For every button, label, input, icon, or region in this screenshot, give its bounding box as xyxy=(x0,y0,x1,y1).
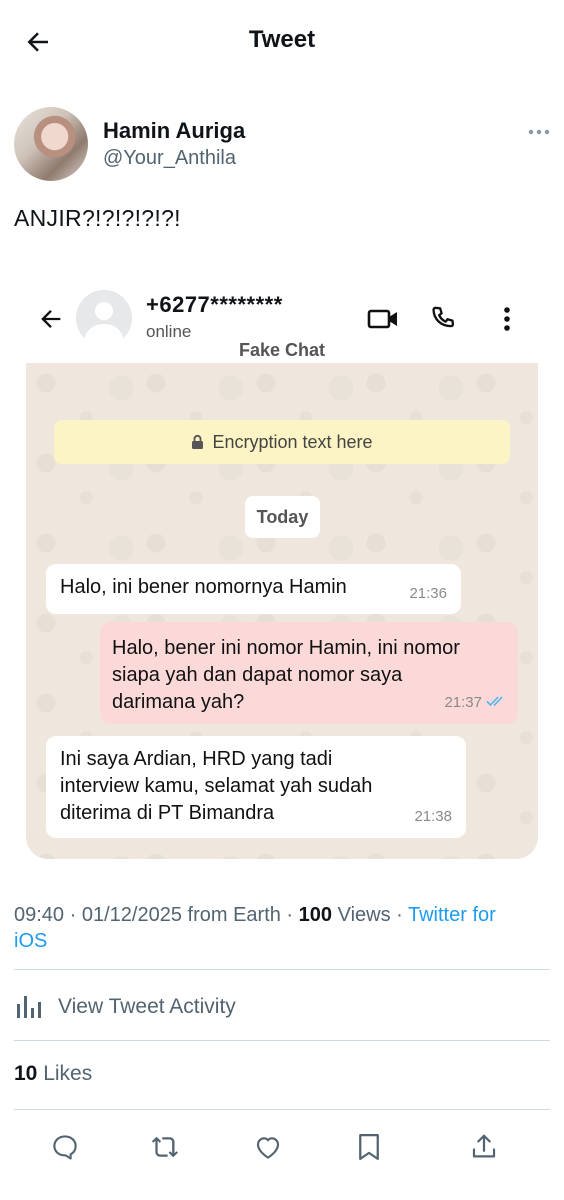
avatar[interactable] xyxy=(14,107,88,181)
message-text-line: Halo, bener ini nomor Hamin, ini nomor xyxy=(112,637,460,659)
views-count: 100 xyxy=(298,904,333,926)
chat-contact-avatar xyxy=(76,290,132,346)
more-horizontal-icon xyxy=(528,129,550,135)
message-text-line: diterima di PT Bimandra xyxy=(60,802,275,824)
view-tweet-activity-label: View Tweet Activity xyxy=(58,995,236,1018)
author-name[interactable]: Hamin Auriga xyxy=(103,118,245,144)
bookmark-icon xyxy=(359,1134,379,1160)
read-ticks-icon xyxy=(486,688,508,715)
message-bubble-incoming: Ini saya Ardian, HRD yang tadi interview… xyxy=(46,736,466,838)
share-button[interactable] xyxy=(467,1130,501,1164)
chat-screenshot-header[interactable]: +6277******** online Fake Chat xyxy=(26,282,538,362)
tweet-text: ANJIR?!?!?!?!?! xyxy=(14,205,181,231)
divider xyxy=(14,969,550,970)
reply-button[interactable] xyxy=(48,1130,82,1164)
retweet-icon xyxy=(151,1136,178,1158)
author-handle[interactable]: @Your_Anthila xyxy=(103,147,236,170)
more-button[interactable] xyxy=(526,122,552,142)
message-bubble-incoming: Halo, ini bener nomornya Hamin 21:36 xyxy=(46,564,461,614)
view-tweet-activity[interactable]: View Tweet Activity xyxy=(14,990,236,1024)
message-text: Halo, ini bener nomornya Hamin xyxy=(60,576,347,598)
reply-icon xyxy=(53,1135,77,1160)
like-icon xyxy=(256,1137,280,1159)
bar-chart-icon xyxy=(14,992,44,1022)
client-link-cont[interactable]: iOS xyxy=(14,930,47,952)
message-text-line: Ini saya Ardian, HRD yang tadi xyxy=(60,748,333,770)
tweet-meta: 09:40 · 01/12/2025 from Earth · 100 View… xyxy=(14,904,496,952)
client-link[interactable]: Twitter for xyxy=(408,904,496,926)
lock-icon xyxy=(191,434,204,450)
video-call-icon xyxy=(366,302,400,336)
chat-contact-number: +6277******** xyxy=(146,292,283,317)
divider xyxy=(14,1109,550,1110)
encryption-banner: Encryption text here xyxy=(54,420,510,464)
chat-back-button xyxy=(36,304,66,334)
likes-number: 10 xyxy=(14,1062,38,1085)
message-time: 21:37 xyxy=(444,694,482,711)
message-time: 21:36 xyxy=(409,585,447,602)
retweet-button[interactable] xyxy=(149,1130,183,1164)
tweet-date: 01/12/2025 xyxy=(81,904,182,926)
arrow-left-icon xyxy=(41,310,61,328)
message-text-line: siapa yah dan dapat nomor saya xyxy=(112,664,403,686)
more-vertical-icon xyxy=(490,302,524,336)
phone-icon xyxy=(426,302,460,336)
top-bar: Tweet xyxy=(0,0,564,84)
tweet-time: 09:40 xyxy=(14,904,65,926)
chat-panel[interactable]: Encryption text here Today Halo, ini ben… xyxy=(26,363,538,859)
likes-label: Likes xyxy=(37,1062,93,1085)
views-label: Views · xyxy=(332,904,408,926)
message-time: 21:38 xyxy=(414,808,452,825)
like-button[interactable] xyxy=(251,1130,285,1164)
message-text-line: interview kamu, selamat yah sudah xyxy=(60,775,373,797)
share-icon xyxy=(472,1134,496,1158)
likes-count[interactable]: 10 Likes xyxy=(14,1062,92,1086)
page-title: Tweet xyxy=(248,26,316,53)
divider xyxy=(14,1040,550,1041)
message-bubble-outgoing: Halo, bener ini nomor Hamin, ini nomor s… xyxy=(100,622,518,724)
fake-chat-watermark: Fake Chat xyxy=(238,340,326,360)
encryption-text: Encryption text here xyxy=(212,431,373,452)
chat-contact-status: online xyxy=(146,322,192,341)
bookmark-button[interactable] xyxy=(352,1130,386,1164)
date-pill: Today xyxy=(245,496,320,538)
